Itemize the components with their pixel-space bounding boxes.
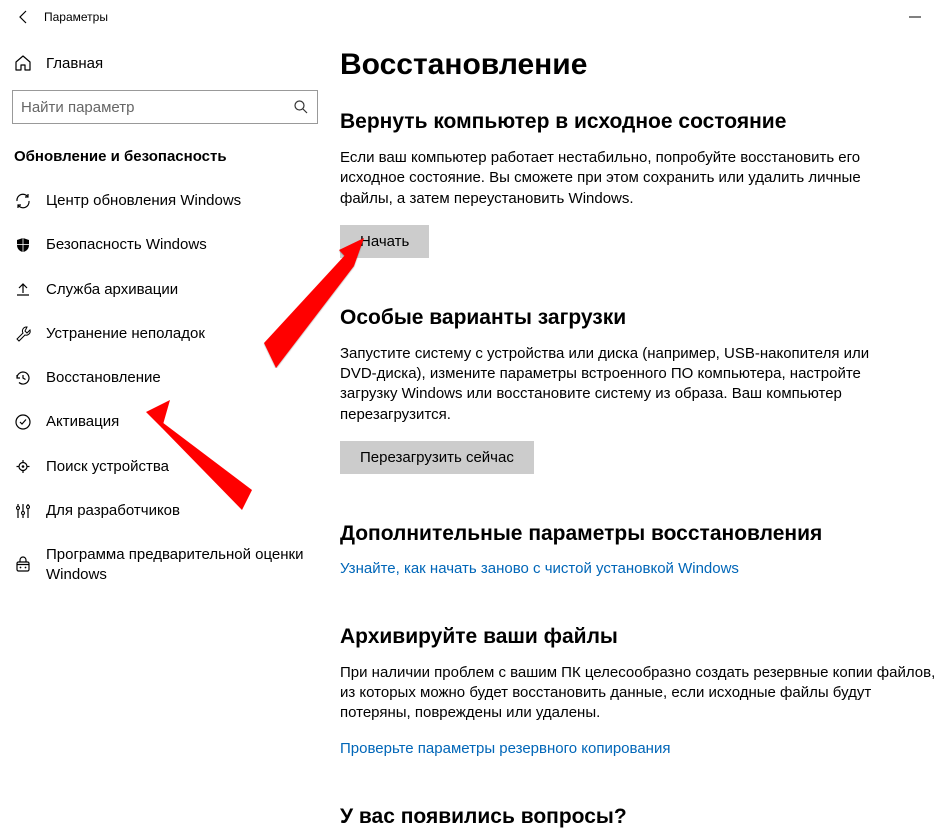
sidebar-item-find-device[interactable]: Поиск устройства bbox=[0, 445, 330, 489]
location-icon bbox=[14, 458, 32, 476]
sidebar-item-backup[interactable]: Служба архивации bbox=[0, 268, 330, 312]
app-title: Параметры bbox=[44, 10, 108, 24]
sidebar-item-insider[interactable]: Программа предварительной оценки Windows bbox=[0, 533, 330, 598]
sidebar-item-recovery[interactable]: Восстановление bbox=[0, 356, 330, 400]
sidebar-item-label: Устранение неполадок bbox=[46, 324, 205, 344]
fresh-start-link[interactable]: Узнайте, как начать заново с чистой уста… bbox=[340, 560, 739, 577]
home-icon bbox=[14, 54, 32, 72]
sidebar: Главная Обновление и безопасность Центр … bbox=[0, 34, 330, 834]
minimize-icon bbox=[909, 11, 921, 23]
search-icon bbox=[293, 99, 309, 115]
section-backup-text: При наличии проблем с вашим ПК целесообр… bbox=[340, 663, 936, 724]
minimize-button[interactable] bbox=[892, 1, 938, 33]
sidebar-item-windows-update[interactable]: Центр обновления Windows bbox=[0, 179, 330, 223]
back-button[interactable] bbox=[8, 1, 40, 33]
section-more-title: Дополнительные параметры восстановления bbox=[340, 522, 936, 546]
box-icon bbox=[14, 556, 32, 574]
home-label: Главная bbox=[46, 55, 103, 72]
sidebar-item-activation[interactable]: Активация bbox=[0, 400, 330, 444]
section-advanced-startup: Особые варианты загрузки Запустите систе… bbox=[340, 306, 936, 474]
sidebar-item-label: Активация bbox=[46, 412, 119, 432]
section-reset: Вернуть компьютер в исходное состояние Е… bbox=[340, 110, 936, 258]
check-circle-icon bbox=[14, 413, 32, 431]
sidebar-item-troubleshoot[interactable]: Устранение неполадок bbox=[0, 312, 330, 356]
sidebar-item-label: Для разработчиков bbox=[46, 501, 180, 521]
section-backup-title: Архивируйте ваши файлы bbox=[340, 625, 936, 649]
section-more-recovery: Дополнительные параметры восстановления … bbox=[340, 522, 936, 577]
section-reset-title: Вернуть компьютер в исходное состояние bbox=[340, 110, 936, 134]
content-area: Восстановление Вернуть компьютер в исход… bbox=[330, 34, 946, 834]
section-reset-text: Если ваш компьютер работает нестабильно,… bbox=[340, 148, 900, 209]
sidebar-item-label: Программа предварительной оценки Windows bbox=[46, 545, 316, 586]
sidebar-item-developers[interactable]: Для разработчиков bbox=[0, 489, 330, 533]
history-icon bbox=[14, 369, 32, 387]
section-questions: У вас появились вопросы? bbox=[340, 805, 936, 829]
sidebar-item-windows-security[interactable]: Безопасность Windows bbox=[0, 223, 330, 267]
section-backup-files: Архивируйте ваши файлы При наличии пробл… bbox=[340, 625, 936, 757]
sidebar-item-label: Центр обновления Windows bbox=[46, 191, 241, 211]
shield-icon bbox=[14, 236, 32, 254]
section-questions-title: У вас появились вопросы? bbox=[340, 805, 936, 829]
category-header: Обновление и безопасность bbox=[0, 142, 330, 179]
sliders-icon bbox=[14, 502, 32, 520]
reset-start-button[interactable]: Начать bbox=[340, 225, 429, 258]
page-title: Восстановление bbox=[340, 48, 936, 82]
arrow-left-icon bbox=[16, 9, 32, 25]
sidebar-item-label: Служба архивации bbox=[46, 280, 178, 300]
sync-icon bbox=[14, 192, 32, 210]
home-nav[interactable]: Главная bbox=[0, 44, 330, 82]
search-box[interactable] bbox=[12, 90, 318, 124]
sidebar-item-label: Восстановление bbox=[46, 368, 161, 388]
sidebar-item-label: Безопасность Windows bbox=[46, 235, 207, 255]
section-advanced-title: Особые варианты загрузки bbox=[340, 306, 936, 330]
search-input[interactable] bbox=[21, 99, 293, 116]
upload-icon bbox=[14, 281, 32, 299]
restart-now-button[interactable]: Перезагрузить сейчас bbox=[340, 441, 534, 474]
section-advanced-text: Запустите систему с устройства или диска… bbox=[340, 344, 900, 425]
backup-settings-link[interactable]: Проверьте параметры резервного копирован… bbox=[340, 740, 670, 757]
sidebar-item-label: Поиск устройства bbox=[46, 457, 169, 477]
wrench-icon bbox=[14, 325, 32, 343]
titlebar: Параметры bbox=[0, 0, 946, 34]
